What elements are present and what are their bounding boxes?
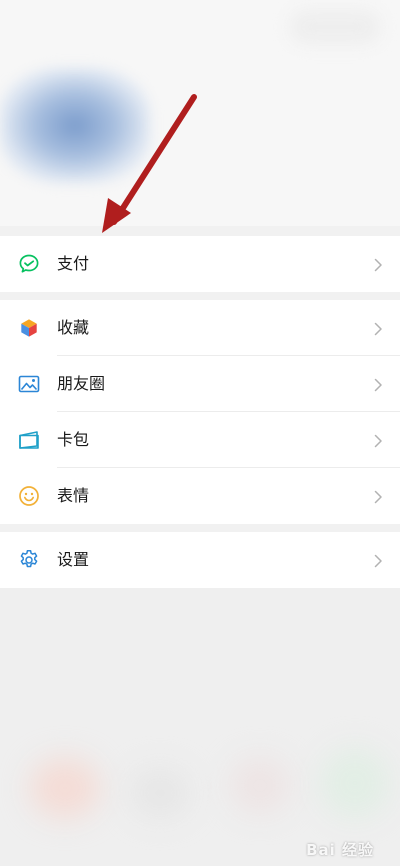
- blurred-blob: [230, 758, 290, 813]
- menu-item-favorites[interactable]: 收藏: [0, 300, 400, 356]
- settings-group: 设置: [0, 532, 400, 588]
- chevron-right-icon: [374, 433, 383, 448]
- moments-photo-icon: [18, 373, 40, 395]
- blurred-blob: [30, 758, 100, 818]
- menu-item-label: 支付: [57, 254, 90, 273]
- top-right-blurred-area: [290, 10, 380, 44]
- blurred-blob: [130, 768, 190, 818]
- menu-item-pay[interactable]: 支付: [0, 236, 400, 292]
- menu-item-settings[interactable]: 设置: [0, 532, 400, 588]
- sticker-smile-icon: [18, 485, 40, 507]
- watermark: Bai 经验: [306, 841, 374, 859]
- menu-item-label: 表情: [57, 486, 90, 505]
- menu-item-card-wallet[interactable]: 卡包: [0, 412, 400, 468]
- pay-icon: [18, 253, 40, 275]
- card-wallet-icon: [18, 429, 40, 451]
- menu-item-moments[interactable]: 朋友圈: [0, 356, 400, 412]
- chevron-right-icon: [374, 489, 383, 504]
- chevron-right-icon: [374, 377, 383, 392]
- gear-icon: [18, 549, 40, 571]
- chevron-right-icon: [374, 553, 383, 568]
- main-menu-group: 收藏 朋友圈 卡包 表情: [0, 300, 400, 524]
- avatar: [0, 68, 150, 183]
- menu-item-label: 卡包: [57, 430, 90, 449]
- profile-header-blurred: [0, 0, 400, 226]
- bottom-blurred-area: Bai 经验: [0, 588, 400, 866]
- menu-item-label: 设置: [57, 550, 90, 569]
- menu-item-stickers[interactable]: 表情: [0, 468, 400, 524]
- pay-group: 支付: [0, 236, 400, 292]
- menu-item-label: 收藏: [57, 318, 90, 337]
- chevron-right-icon: [374, 321, 383, 336]
- blurred-blob: [320, 748, 390, 818]
- menu-item-label: 朋友圈: [57, 374, 106, 393]
- chevron-right-icon: [374, 257, 383, 272]
- favorites-cube-icon: [18, 317, 40, 339]
